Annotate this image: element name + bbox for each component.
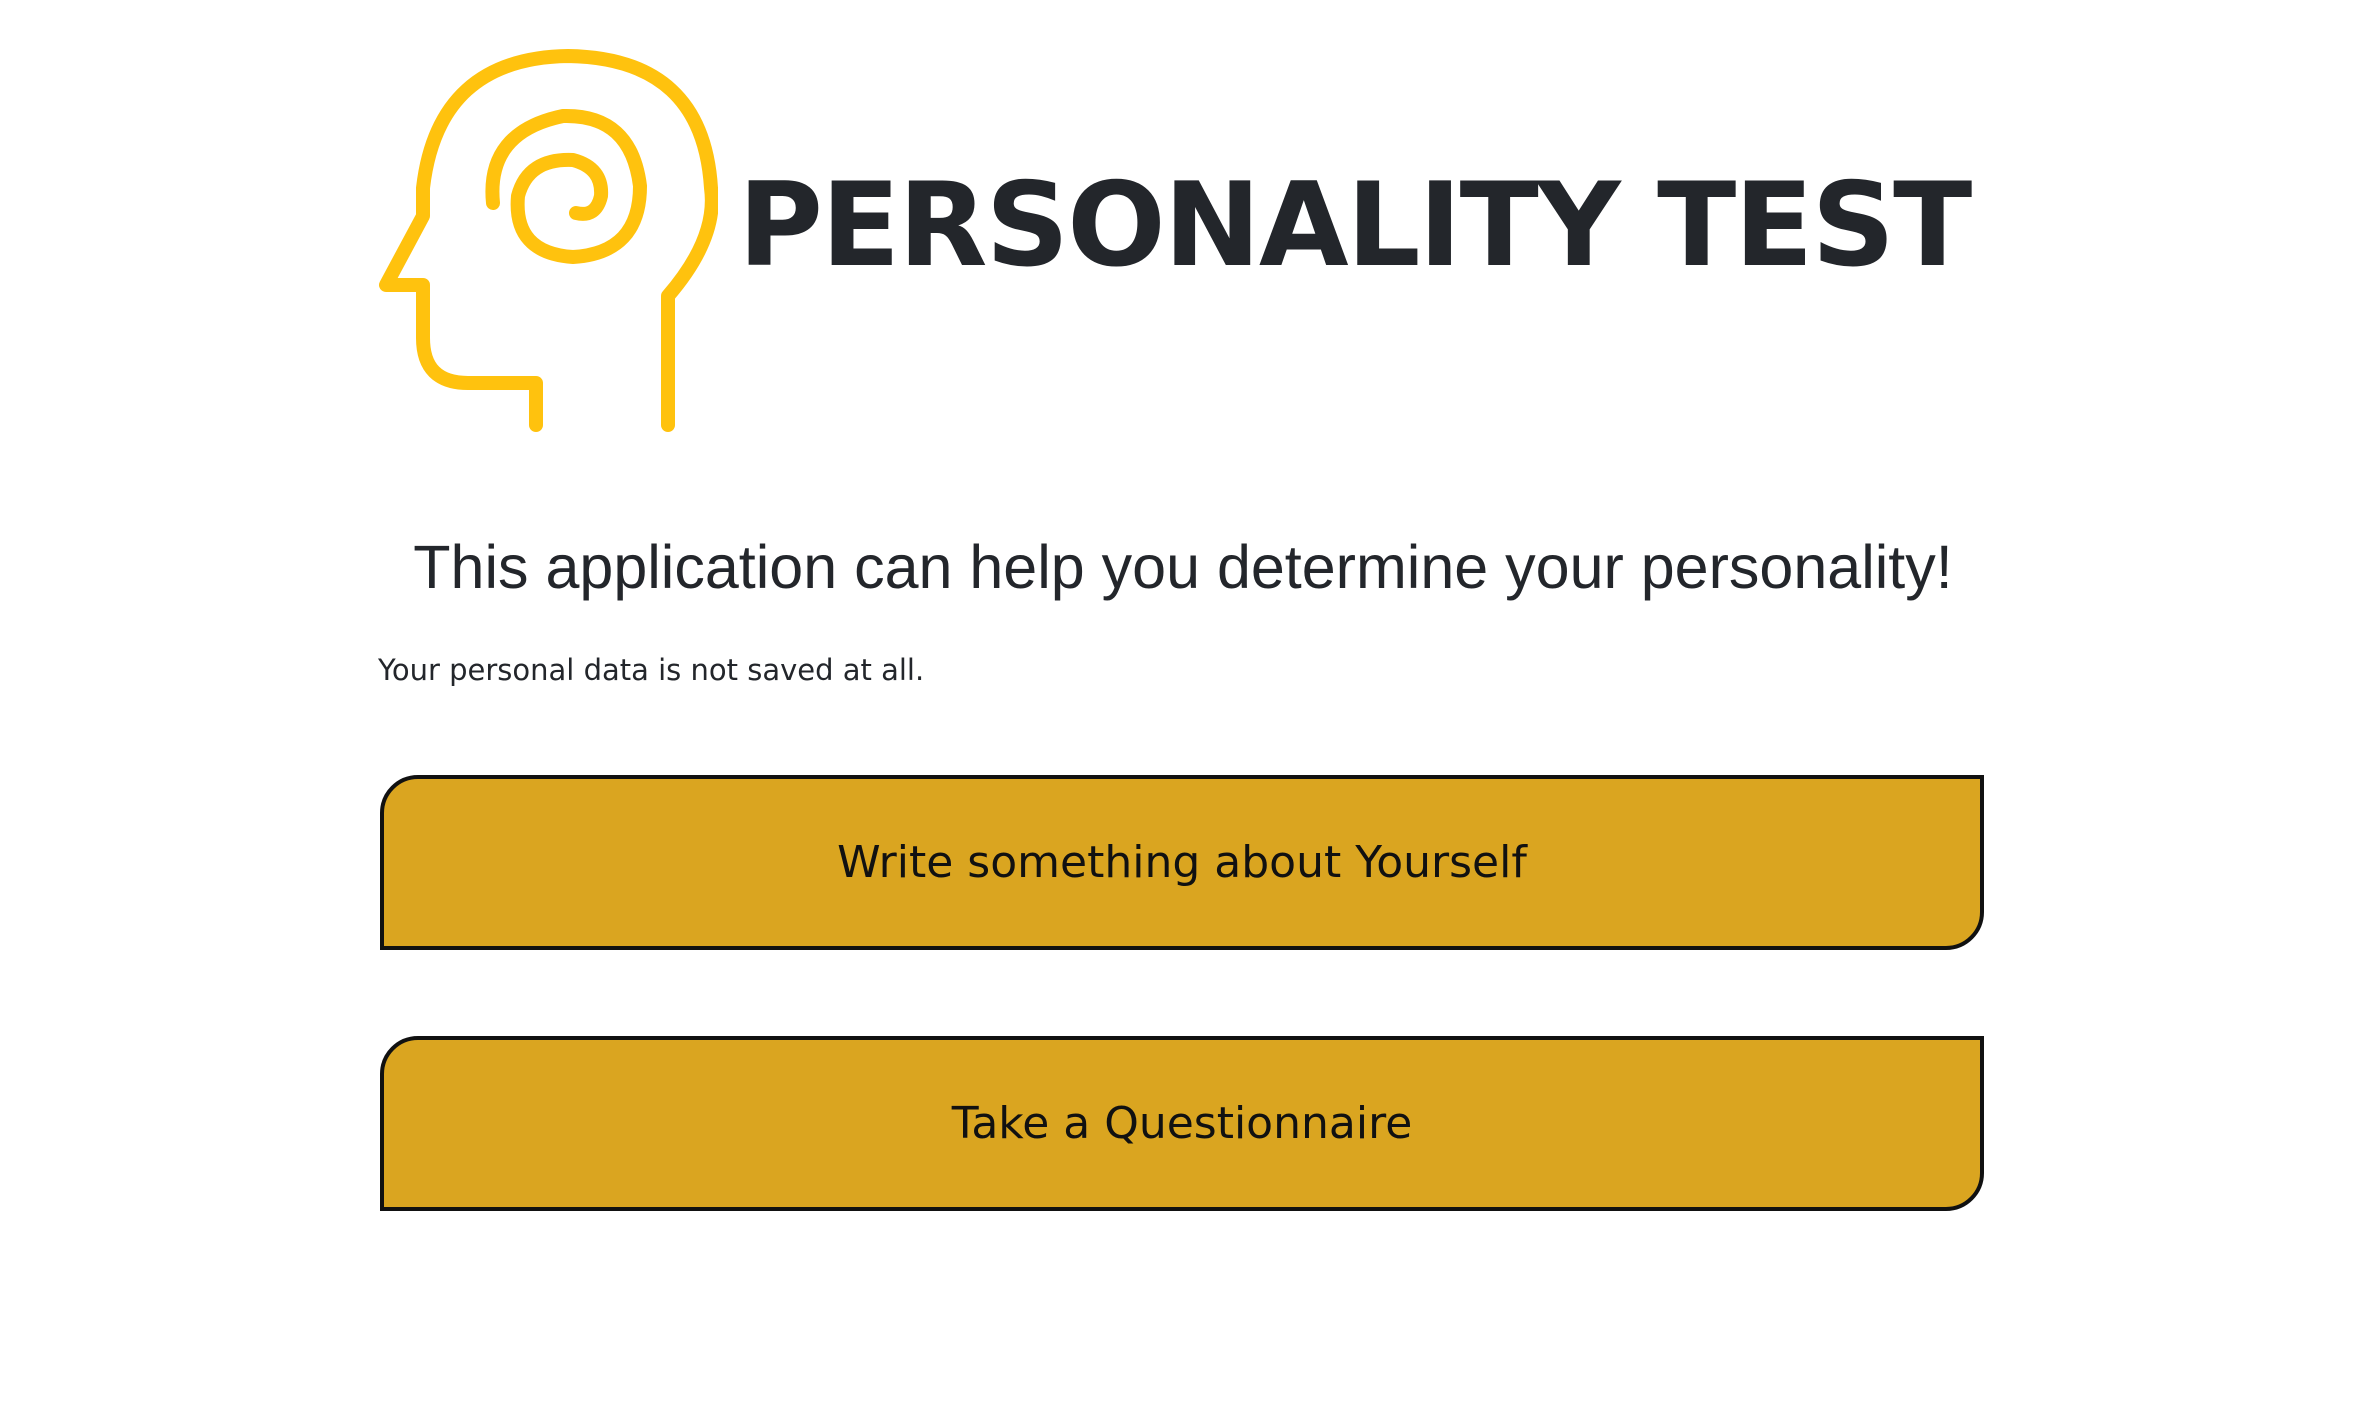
take-questionnaire-label: Take a Questionnaire bbox=[951, 1098, 1413, 1149]
take-questionnaire-button[interactable]: Take a Questionnaire bbox=[380, 1036, 1984, 1211]
write-about-yourself-label: Write something about Yourself bbox=[837, 837, 1527, 888]
app-logo: PERSONALITY TEST bbox=[378, 48, 1972, 438]
privacy-note: Your personal data is not saved at all. bbox=[378, 653, 925, 687]
write-about-yourself-button[interactable]: Write something about Yourself bbox=[380, 775, 1984, 950]
page-headline: This application can help you determine … bbox=[413, 533, 1953, 601]
head-spiral-icon bbox=[379, 49, 718, 432]
logo-wordmark: PERSONALITY TEST bbox=[738, 158, 1972, 293]
page: PERSONALITY TEST This application can he… bbox=[0, 0, 2360, 1422]
